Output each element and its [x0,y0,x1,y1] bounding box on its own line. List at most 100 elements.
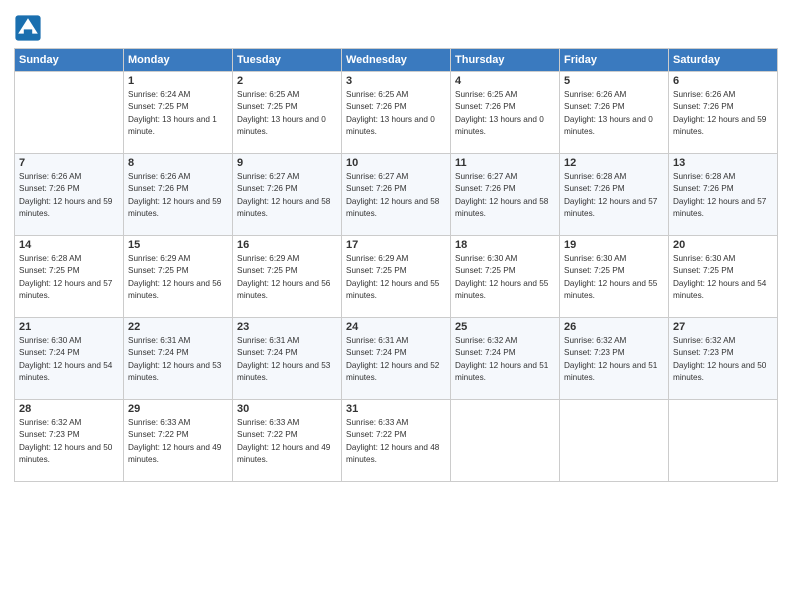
day-number: 4 [455,75,555,87]
day-number: 2 [237,75,337,87]
header-cell-tuesday: Tuesday [233,49,342,72]
day-info: Sunrise: 6:33 AMSunset: 7:22 PMDaylight:… [128,417,228,466]
day-info: Sunrise: 6:29 AMSunset: 7:25 PMDaylight:… [237,253,337,302]
day-number: 11 [455,157,555,169]
day-cell: 5 Sunrise: 6:26 AMSunset: 7:26 PMDaylight… [560,72,669,154]
day-cell: 14Sunrise: 6:28 AMSunset: 7:25 PMDayligh… [15,236,124,318]
day-cell [451,400,560,482]
day-info: Sunrise: 6:33 AMSunset: 7:22 PMDaylight:… [237,417,337,466]
day-cell: 8 Sunrise: 6:26 AMSunset: 7:26 PMDaylight… [124,154,233,236]
day-cell: 21Sunrise: 6:30 AMSunset: 7:24 PMDayligh… [15,318,124,400]
day-cell [560,400,669,482]
day-info: Sunrise: 6:26 AMSunset: 7:26 PMDaylight:… [128,171,228,220]
day-info: Sunrise: 6:31 AMSunset: 7:24 PMDaylight:… [346,335,446,384]
day-cell: 3 Sunrise: 6:25 AMSunset: 7:26 PMDaylight… [342,72,451,154]
day-cell: 19 Sunrise: 6:30 AMSunset: 7:25 PMDayligh… [560,236,669,318]
day-cell: 4 Sunrise: 6:25 AMSunset: 7:26 PMDaylight… [451,72,560,154]
day-number: 23 [237,321,337,333]
week-row-2: 14Sunrise: 6:28 AMSunset: 7:25 PMDayligh… [15,236,778,318]
day-number: 6 [673,75,773,87]
day-number: 19 [564,239,664,251]
day-number: 15 [128,239,228,251]
day-number: 16 [237,239,337,251]
day-info: Sunrise: 6:30 AMSunset: 7:25 PMDaylight:… [673,253,773,302]
day-info: Sunrise: 6:27 AMSunset: 7:26 PMDaylight:… [237,171,337,220]
header-cell-monday: Monday [124,49,233,72]
header-cell-wednesday: Wednesday [342,49,451,72]
week-row-4: 28Sunrise: 6:32 AMSunset: 7:23 PMDayligh… [15,400,778,482]
day-info: Sunrise: 6:26 AMSunset: 7:26 PMDaylight:… [673,89,773,138]
header-cell-saturday: Saturday [669,49,778,72]
header-row: SundayMondayTuesdayWednesdayThursdayFrid… [15,49,778,72]
day-number: 26 [564,321,664,333]
day-info: Sunrise: 6:32 AMSunset: 7:23 PMDaylight:… [673,335,773,384]
calendar-table: SundayMondayTuesdayWednesdayThursdayFrid… [14,48,778,482]
day-info: Sunrise: 6:27 AMSunset: 7:26 PMDaylight:… [455,171,555,220]
day-info: Sunrise: 6:31 AMSunset: 7:24 PMDaylight:… [128,335,228,384]
day-info: Sunrise: 6:30 AMSunset: 7:24 PMDaylight:… [19,335,119,384]
calendar-header: SundayMondayTuesdayWednesdayThursdayFrid… [15,49,778,72]
day-info: Sunrise: 6:25 AMSunset: 7:26 PMDaylight:… [455,89,555,138]
day-number: 29 [128,403,228,415]
day-info: Sunrise: 6:28 AMSunset: 7:26 PMDaylight:… [564,171,664,220]
day-cell: 1 Sunrise: 6:24 AMSunset: 7:25 PMDaylight… [124,72,233,154]
header-cell-thursday: Thursday [451,49,560,72]
day-number: 1 [128,75,228,87]
day-info: Sunrise: 6:29 AMSunset: 7:25 PMDaylight:… [346,253,446,302]
day-cell: 15 Sunrise: 6:29 AMSunset: 7:25 PMDayligh… [124,236,233,318]
week-row-1: 7 Sunrise: 6:26 AMSunset: 7:26 PMDaylight… [15,154,778,236]
day-info: Sunrise: 6:30 AMSunset: 7:25 PMDaylight:… [455,253,555,302]
day-number: 22 [128,321,228,333]
day-cell: 12Sunrise: 6:28 AMSunset: 7:26 PMDayligh… [560,154,669,236]
day-cell: 22 Sunrise: 6:31 AMSunset: 7:24 PMDayligh… [124,318,233,400]
day-number: 8 [128,157,228,169]
day-number: 30 [237,403,337,415]
day-info: Sunrise: 6:28 AMSunset: 7:26 PMDaylight:… [673,171,773,220]
day-info: Sunrise: 6:27 AMSunset: 7:26 PMDaylight:… [346,171,446,220]
header-cell-sunday: Sunday [15,49,124,72]
week-row-0: 1 Sunrise: 6:24 AMSunset: 7:25 PMDaylight… [15,72,778,154]
day-number: 3 [346,75,446,87]
day-cell: 27 Sunrise: 6:32 AMSunset: 7:23 PMDayligh… [669,318,778,400]
day-number: 10 [346,157,446,169]
day-cell: 10 Sunrise: 6:27 AMSunset: 7:26 PMDayligh… [342,154,451,236]
logo-icon [14,14,42,42]
day-cell: 7Sunrise: 6:26 AMSunset: 7:26 PMDaylight… [15,154,124,236]
day-number: 25 [455,321,555,333]
day-cell: 17 Sunrise: 6:29 AMSunset: 7:25 PMDayligh… [342,236,451,318]
day-cell [15,72,124,154]
day-info: Sunrise: 6:25 AMSunset: 7:25 PMDaylight:… [237,89,337,138]
day-cell: 29 Sunrise: 6:33 AMSunset: 7:22 PMDayligh… [124,400,233,482]
day-info: Sunrise: 6:25 AMSunset: 7:26 PMDaylight:… [346,89,446,138]
day-number: 9 [237,157,337,169]
logo [14,14,44,42]
day-number: 20 [673,239,773,251]
day-number: 17 [346,239,446,251]
day-info: Sunrise: 6:26 AMSunset: 7:26 PMDaylight:… [564,89,664,138]
page: SundayMondayTuesdayWednesdayThursdayFrid… [0,0,792,612]
day-cell: 11 Sunrise: 6:27 AMSunset: 7:26 PMDayligh… [451,154,560,236]
day-info: Sunrise: 6:30 AMSunset: 7:25 PMDaylight:… [564,253,664,302]
header-cell-friday: Friday [560,49,669,72]
day-cell: 31Sunrise: 6:33 AMSunset: 7:22 PMDayligh… [342,400,451,482]
day-number: 14 [19,239,119,251]
day-cell: 20 Sunrise: 6:30 AMSunset: 7:25 PMDayligh… [669,236,778,318]
week-row-3: 21Sunrise: 6:30 AMSunset: 7:24 PMDayligh… [15,318,778,400]
day-info: Sunrise: 6:29 AMSunset: 7:25 PMDaylight:… [128,253,228,302]
day-number: 31 [346,403,446,415]
calendar-body: 1 Sunrise: 6:24 AMSunset: 7:25 PMDaylight… [15,72,778,482]
day-cell: 13 Sunrise: 6:28 AMSunset: 7:26 PMDayligh… [669,154,778,236]
day-number: 13 [673,157,773,169]
day-number: 27 [673,321,773,333]
day-cell: 18Sunrise: 6:30 AMSunset: 7:25 PMDayligh… [451,236,560,318]
day-cell: 26 Sunrise: 6:32 AMSunset: 7:23 PMDayligh… [560,318,669,400]
day-cell: 6 Sunrise: 6:26 AMSunset: 7:26 PMDaylight… [669,72,778,154]
day-number: 24 [346,321,446,333]
day-number: 7 [19,157,119,169]
day-number: 5 [564,75,664,87]
header [14,10,778,42]
day-info: Sunrise: 6:32 AMSunset: 7:23 PMDaylight:… [564,335,664,384]
day-number: 28 [19,403,119,415]
day-info: Sunrise: 6:24 AMSunset: 7:25 PMDaylight:… [128,89,228,138]
day-cell: 9 Sunrise: 6:27 AMSunset: 7:26 PMDaylight… [233,154,342,236]
